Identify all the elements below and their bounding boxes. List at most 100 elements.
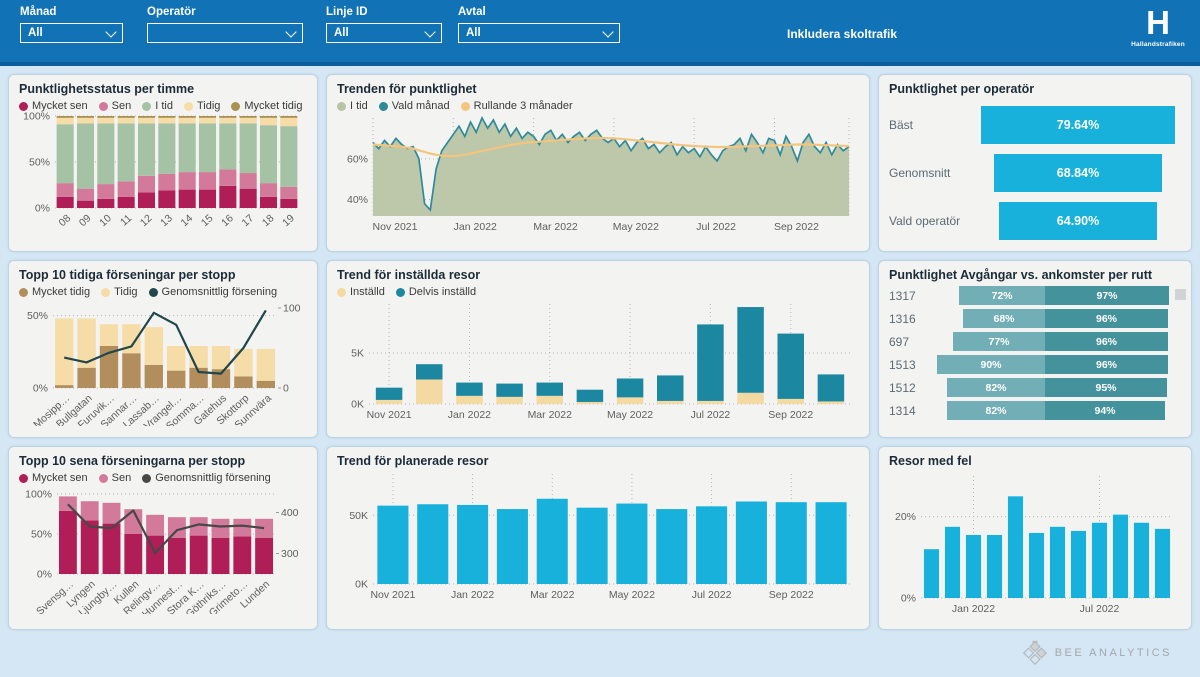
bar-segment[interactable] xyxy=(416,364,443,379)
bar-segment[interactable] xyxy=(179,116,196,118)
bar-segment[interactable] xyxy=(945,527,960,598)
bar-segment[interactable] xyxy=(816,502,847,584)
bar-segment[interactable] xyxy=(199,123,216,172)
bar-segment[interactable] xyxy=(240,189,257,208)
bar-segment[interactable] xyxy=(124,534,142,574)
bar-segment[interactable] xyxy=(376,388,403,400)
legend-item[interactable]: Genomsnittlig försening xyxy=(149,286,278,298)
bar-segment[interactable] xyxy=(219,186,236,208)
legend-item[interactable]: I tid xyxy=(142,100,173,112)
arrivals-bar[interactable]: 95% xyxy=(1045,378,1167,397)
scrollbar-thumb[interactable] xyxy=(1175,289,1186,300)
bar-segment[interactable] xyxy=(577,508,608,584)
bar-segment[interactable] xyxy=(97,184,114,199)
bar-segment[interactable] xyxy=(190,536,208,574)
bar-segment[interactable] xyxy=(280,126,297,187)
bar-segment[interactable] xyxy=(656,509,687,584)
bar-segment[interactable] xyxy=(199,190,216,208)
bar-segment[interactable] xyxy=(158,174,175,191)
bar-segment[interactable] xyxy=(118,123,135,181)
bar-segment[interactable] xyxy=(233,536,251,574)
filter-linje-dropdown[interactable]: All xyxy=(326,23,442,43)
bar-segment[interactable] xyxy=(737,307,764,393)
bar-segment[interactable] xyxy=(1134,523,1149,598)
legend-item[interactable]: Sen xyxy=(99,100,132,112)
departures-bar[interactable]: 77% xyxy=(953,332,1045,351)
bar-segment[interactable] xyxy=(179,123,196,172)
bar-segment[interactable] xyxy=(179,172,196,189)
departures-bar[interactable]: 72% xyxy=(959,286,1045,305)
bar-segment[interactable] xyxy=(145,327,163,365)
bar-segment[interactable] xyxy=(59,511,77,574)
legend-item[interactable]: Tidig xyxy=(184,100,220,112)
funnel-bar[interactable]: 79.64% xyxy=(981,106,1175,144)
bar-segment[interactable] xyxy=(167,371,185,388)
bar-segment[interactable] xyxy=(212,519,230,538)
bar-segment[interactable] xyxy=(219,169,236,186)
bar-segment[interactable] xyxy=(776,502,807,584)
legend-item[interactable]: Delvis inställd xyxy=(396,286,476,298)
bar-segment[interactable] xyxy=(240,123,257,173)
bar-segment[interactable] xyxy=(122,353,140,388)
departures-bar[interactable]: 68% xyxy=(963,309,1045,328)
bar-segment[interactable] xyxy=(280,118,297,126)
bar-segment[interactable] xyxy=(417,504,448,584)
bar-segment[interactable] xyxy=(617,397,644,404)
bar-segment[interactable] xyxy=(280,187,297,199)
bar-segment[interactable] xyxy=(100,324,118,346)
bar-segment[interactable] xyxy=(260,183,277,197)
bar-segment[interactable] xyxy=(987,535,1002,598)
bar-segment[interactable] xyxy=(219,118,236,124)
bar-segment[interactable] xyxy=(657,401,684,404)
bar-segment[interactable] xyxy=(736,502,767,585)
bar-segment[interactable] xyxy=(456,383,483,396)
bar-segment[interactable] xyxy=(118,181,135,197)
bar-segment[interactable] xyxy=(1092,523,1107,598)
legend-item[interactable]: Tidig xyxy=(101,286,137,298)
bar-segment[interactable] xyxy=(97,123,114,184)
bar-segment[interactable] xyxy=(103,503,121,524)
bar-segment[interactable] xyxy=(1029,533,1044,598)
bar-segment[interactable] xyxy=(280,199,297,208)
bar-segment[interactable] xyxy=(81,501,99,520)
arrivals-bar[interactable]: 96% xyxy=(1045,355,1168,374)
bar-segment[interactable] xyxy=(146,515,164,536)
bar-segment[interactable] xyxy=(77,368,95,388)
bar-segment[interactable] xyxy=(168,538,186,574)
bar-segment[interactable] xyxy=(55,385,73,388)
legend-item[interactable]: Mycket sen xyxy=(19,100,88,112)
funnel-bar[interactable]: 64.90% xyxy=(999,202,1157,240)
bar-segment[interactable] xyxy=(179,190,196,208)
bar-segment[interactable] xyxy=(777,399,804,404)
bar-segment[interactable] xyxy=(77,123,94,188)
bar-segment[interactable] xyxy=(496,384,523,397)
bar-segment[interactable] xyxy=(255,538,273,574)
bar-segment[interactable] xyxy=(77,189,94,201)
bar-segment[interactable] xyxy=(617,378,644,397)
legend-item[interactable]: Mycket tidig xyxy=(231,100,302,112)
legend-item[interactable]: Vald månad xyxy=(379,100,450,112)
arrivals-bar[interactable]: 96% xyxy=(1045,332,1168,351)
bar-segment[interactable] xyxy=(966,535,981,598)
include-school-traffic-toggle[interactable]: Inkludera skoltrafik xyxy=(787,27,897,41)
bar-segment[interactable] xyxy=(1008,496,1023,598)
bar-segment[interactable] xyxy=(377,506,408,584)
bar-segment[interactable] xyxy=(497,509,528,584)
bar-segment[interactable] xyxy=(57,118,74,124)
bar-segment[interactable] xyxy=(536,383,563,396)
bar-segment[interactable] xyxy=(257,349,275,381)
bar-segment[interactable] xyxy=(179,118,196,124)
bar-segment[interactable] xyxy=(118,197,135,208)
bar-segment[interactable] xyxy=(657,375,684,401)
bar-segment[interactable] xyxy=(145,365,163,388)
bar-segment[interactable] xyxy=(234,349,252,377)
bar-segment[interactable] xyxy=(138,123,155,175)
bar-segment[interactable] xyxy=(1155,529,1170,598)
bar-segment[interactable] xyxy=(138,116,155,118)
bar-segment[interactable] xyxy=(138,176,155,193)
bar-segment[interactable] xyxy=(257,381,275,388)
legend-item[interactable]: Rullande 3 månader xyxy=(461,100,573,112)
bar-segment[interactable] xyxy=(234,376,252,388)
bar-segment[interactable] xyxy=(219,123,236,169)
bar-segment[interactable] xyxy=(167,346,185,371)
